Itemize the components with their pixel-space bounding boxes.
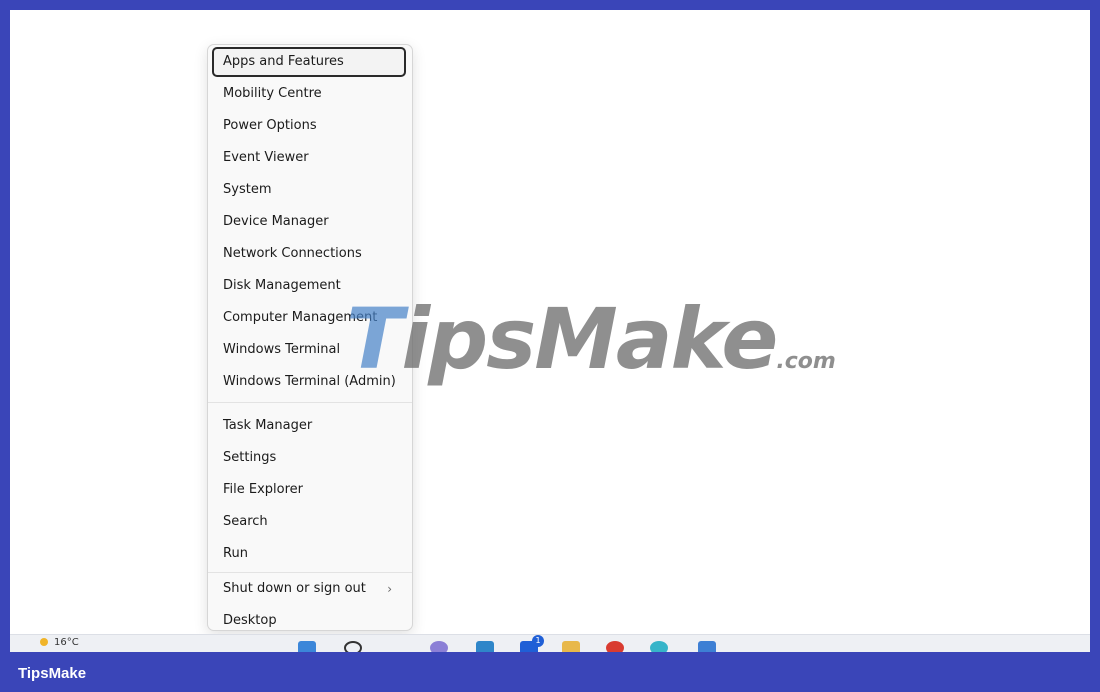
search-icon[interactable] xyxy=(344,641,362,652)
menu-item-task-manager[interactable]: Task Manager xyxy=(212,411,406,441)
menu-item-mobility-centre[interactable]: Mobility Centre xyxy=(212,79,406,109)
menu-item-label: Task Manager xyxy=(223,418,313,433)
menu-item-label: File Explorer xyxy=(223,482,304,497)
store-icon[interactable] xyxy=(476,641,494,652)
menu-item-label: Apps and Features xyxy=(223,54,344,69)
menu-item-search[interactable]: Search xyxy=(212,507,406,537)
menu-item-disk-management[interactable]: Disk Management xyxy=(212,271,406,301)
start-icon[interactable] xyxy=(298,641,316,652)
menu-item-label: Windows Terminal (Admin) xyxy=(223,374,396,389)
menu-item-label: Shut down or sign out xyxy=(223,581,366,596)
menu-item-label: Search xyxy=(223,514,268,529)
menu-item-shut-down-or-sign-out[interactable]: Shut down or sign out › xyxy=(212,574,406,604)
menu-item-desktop[interactable]: Desktop xyxy=(212,606,406,636)
menu-item-windows-terminal[interactable]: Windows Terminal xyxy=(212,335,406,365)
menu-item-computer-management[interactable]: Computer Management xyxy=(212,303,406,333)
menu-item-apps-and-features[interactable]: Apps and Features xyxy=(212,47,406,77)
winx-context-menu: Apps and Features Mobility Centre Power … xyxy=(207,44,413,631)
menu-item-file-explorer[interactable]: File Explorer xyxy=(212,475,406,505)
watermark-logo: TipsMake.com xyxy=(346,290,836,388)
weather-widget[interactable]: 16°C xyxy=(40,637,79,648)
menu-separator xyxy=(208,402,412,403)
menu-item-system[interactable]: System xyxy=(212,175,406,205)
footer-brand-logo: TipsMake xyxy=(18,665,87,682)
menu-item-label: Power Options xyxy=(223,118,317,133)
menu-item-label: Windows Terminal xyxy=(223,342,341,357)
menu-item-settings[interactable]: Settings xyxy=(212,443,406,473)
menu-separator xyxy=(208,572,412,573)
menu-item-power-options[interactable]: Power Options xyxy=(212,111,406,141)
menu-item-label: Event Viewer xyxy=(223,150,309,165)
menu-item-label: Computer Management xyxy=(223,310,378,325)
menu-item-label: Disk Management xyxy=(223,278,341,293)
menu-item-label: System xyxy=(223,182,272,197)
edge-icon[interactable] xyxy=(650,641,668,652)
taskbar: 16°C 1 xyxy=(10,634,1090,652)
folder-icon[interactable] xyxy=(562,641,580,652)
menu-item-label: Desktop xyxy=(223,613,277,628)
menu-item-run[interactable]: Run xyxy=(212,539,406,569)
menu-item-event-viewer[interactable]: Event Viewer xyxy=(212,143,406,173)
menu-item-label: Run xyxy=(223,546,248,561)
weather-temp: 16°C xyxy=(54,637,79,648)
menu-item-windows-terminal-admin[interactable]: Windows Terminal (Admin) xyxy=(212,367,406,397)
menu-item-label: Device Manager xyxy=(223,214,329,229)
chevron-right-icon: › xyxy=(387,582,392,596)
chat-icon[interactable] xyxy=(430,641,448,652)
chrome-icon[interactable] xyxy=(606,641,624,652)
sun-icon xyxy=(40,638,48,646)
notification-badge: 1 xyxy=(532,635,544,647)
desktop-screen: Apps and Features Mobility Centre Power … xyxy=(10,10,1090,652)
menu-item-device-manager[interactable]: Device Manager xyxy=(212,207,406,237)
menu-item-label: Mobility Centre xyxy=(223,86,322,101)
menu-item-network-connections[interactable]: Network Connections xyxy=(212,239,406,269)
menu-item-label: Network Connections xyxy=(223,246,362,261)
app-icon[interactable] xyxy=(698,641,716,652)
menu-item-label: Settings xyxy=(223,450,277,465)
